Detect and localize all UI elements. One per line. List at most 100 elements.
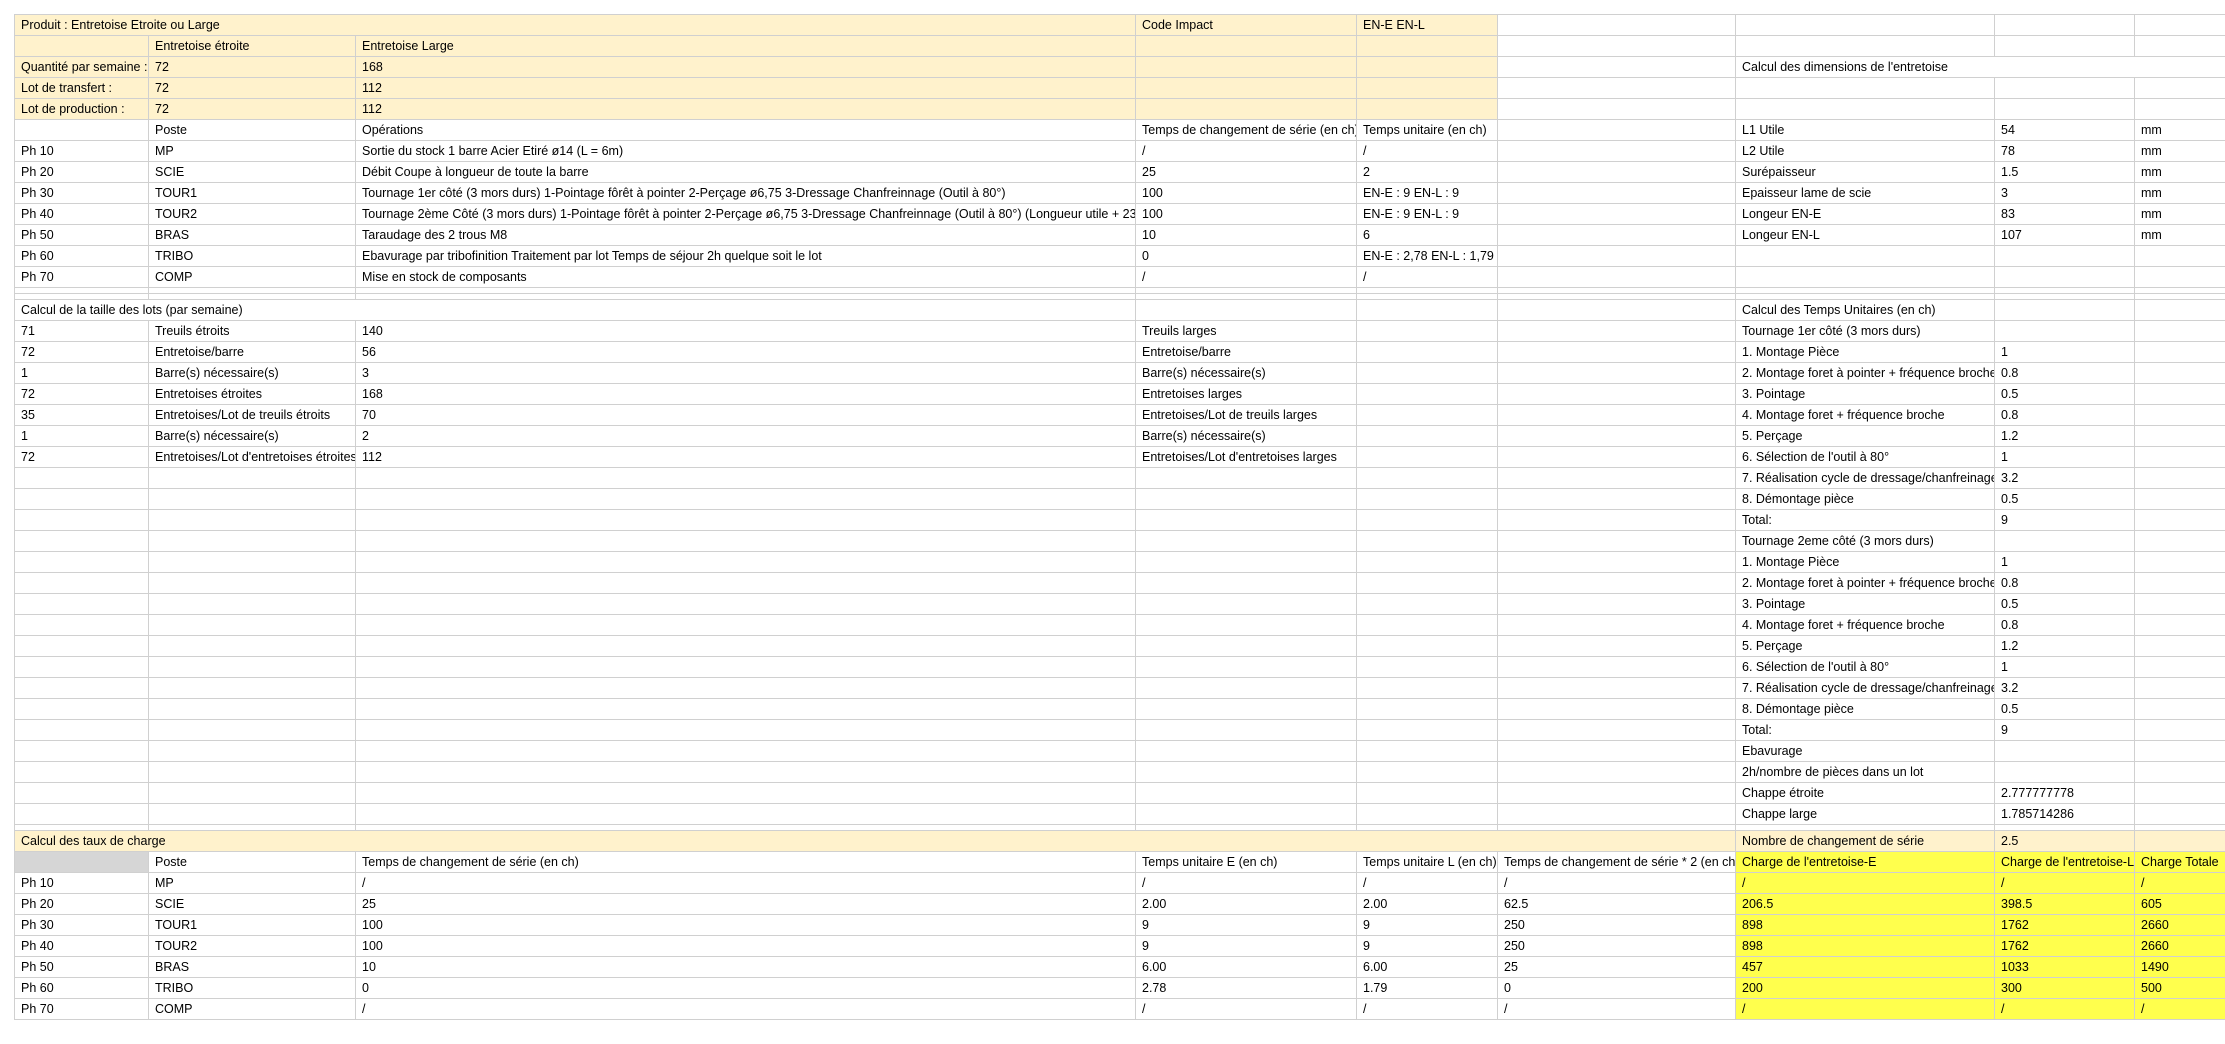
temps-value[interactable]	[1994, 530, 2135, 552]
lots-label-l[interactable]: Entretoises/Lot d'entretoises larges	[1135, 446, 1357, 468]
charge-tul[interactable]: 9	[1356, 914, 1498, 936]
dimension-value[interactable]: 83	[1994, 203, 2135, 225]
temps-value[interactable]	[1994, 740, 2135, 762]
empty-cell[interactable]	[1497, 593, 1736, 615]
empty-cell[interactable]	[1497, 803, 1736, 825]
empty-cell[interactable]	[2134, 320, 2225, 342]
charge-tul[interactable]: 1.79	[1356, 977, 1498, 999]
charge-tcs[interactable]: 100	[355, 914, 1136, 936]
header-row-label[interactable]: Lot de production :	[14, 98, 149, 120]
empty-cell[interactable]	[1135, 656, 1357, 678]
charge-phase[interactable]: Ph 70	[14, 998, 149, 1020]
empty-cell[interactable]	[1497, 140, 1736, 162]
empty-cell[interactable]	[355, 488, 1136, 510]
charge-tcs[interactable]: /	[355, 998, 1136, 1020]
empty-cell[interactable]	[1497, 161, 1736, 183]
empty-cell[interactable]	[2134, 593, 2225, 615]
empty-cell[interactable]	[1135, 572, 1357, 594]
empty-cell[interactable]	[1497, 14, 1736, 36]
empty-cell[interactable]	[1135, 77, 1357, 99]
temps-label[interactable]: Total:	[1735, 509, 1995, 531]
empty-cell[interactable]	[1135, 719, 1357, 741]
dimension-value[interactable]: 78	[1994, 140, 2135, 162]
lots-label-e[interactable]: Barre(s) nécessaire(s)	[148, 362, 356, 384]
charge-total[interactable]: 1490	[2134, 956, 2225, 978]
empty-cell[interactable]	[355, 803, 1136, 825]
dimension-unit[interactable]: mm	[2134, 224, 2225, 246]
charge-l[interactable]: 300	[1994, 977, 2135, 999]
temps-label[interactable]: Chappe large	[1735, 803, 1995, 825]
temps-value[interactable]: 1	[1994, 341, 2135, 363]
charge-tul[interactable]: /	[1356, 872, 1498, 894]
empty-cell[interactable]	[148, 593, 356, 615]
charge-poste-header[interactable]: Poste	[148, 851, 356, 873]
ops-tu[interactable]: 2	[1356, 161, 1498, 183]
empty-cell[interactable]	[355, 740, 1136, 762]
lots-value-e[interactable]: 1	[14, 362, 149, 384]
temps-title[interactable]: Calcul des Temps Unitaires (en ch)	[1735, 299, 1995, 321]
empty-cell[interactable]	[1735, 35, 1995, 57]
empty-cell[interactable]	[1135, 677, 1357, 699]
empty-cell[interactable]	[148, 782, 356, 804]
empty-cell[interactable]	[1135, 614, 1357, 636]
empty-cell[interactable]	[148, 488, 356, 510]
empty-cell[interactable]	[148, 719, 356, 741]
charge-tcs2[interactable]: /	[1497, 998, 1736, 1020]
empty-cell[interactable]	[2134, 299, 2225, 321]
empty-cell[interactable]	[355, 698, 1136, 720]
temps-label[interactable]: 2. Montage foret à pointer + fréquence b…	[1735, 362, 1995, 384]
empty-cell[interactable]	[1497, 425, 1736, 447]
header-row-label[interactable]: Quantité par semaine :	[14, 56, 149, 78]
empty-cell[interactable]	[1497, 203, 1736, 225]
charge-tue[interactable]: /	[1135, 872, 1357, 894]
empty-cell[interactable]	[14, 782, 149, 804]
empty-cell[interactable]	[1135, 698, 1357, 720]
empty-cell[interactable]	[1994, 77, 2135, 99]
ops-operation[interactable]: Taraudage des 2 trous M8	[355, 224, 1136, 246]
temps-value[interactable]: 0.5	[1994, 593, 2135, 615]
empty-cell[interactable]	[2134, 614, 2225, 636]
empty-cell[interactable]	[148, 635, 356, 657]
temps-value[interactable]	[1994, 761, 2135, 783]
empty-cell[interactable]	[1356, 446, 1498, 468]
empty-cell[interactable]	[1994, 14, 2135, 36]
empty-cell[interactable]	[14, 635, 149, 657]
lots-value-l[interactable]: 112	[355, 446, 1136, 468]
empty-cell[interactable]	[1356, 35, 1498, 57]
lots-label-l[interactable]: Treuils larges	[1135, 320, 1357, 342]
empty-cell[interactable]	[2134, 446, 2225, 468]
nb-changement-label[interactable]: Nombre de changement de série	[1735, 830, 1995, 852]
empty-cell[interactable]	[1497, 182, 1736, 204]
empty-cell[interactable]	[1356, 656, 1498, 678]
charge-tcs[interactable]: 100	[355, 935, 1136, 957]
empty-cell[interactable]	[148, 803, 356, 825]
empty-cell[interactable]	[1994, 299, 2135, 321]
empty-cell[interactable]	[1356, 341, 1498, 363]
empty-cell[interactable]	[1135, 803, 1357, 825]
temps-label[interactable]: 7. Réalisation cycle de dressage/chanfre…	[1735, 467, 1995, 489]
empty-cell[interactable]	[1135, 299, 1357, 321]
empty-cell[interactable]	[2134, 530, 2225, 552]
lots-label-e[interactable]: Barre(s) nécessaire(s)	[148, 425, 356, 447]
empty-cell[interactable]	[14, 551, 149, 573]
dimension-unit[interactable]: mm	[2134, 161, 2225, 183]
empty-cell[interactable]	[1356, 572, 1498, 594]
empty-cell[interactable]	[1356, 56, 1498, 78]
empty-cell[interactable]	[1497, 467, 1736, 489]
lots-value-e[interactable]: 1	[14, 425, 149, 447]
lots-value-e[interactable]: 72	[14, 341, 149, 363]
dimension-label[interactable]: Longeur EN-E	[1735, 203, 1995, 225]
charge-tue-header[interactable]: Temps unitaire E (en ch)	[1135, 851, 1357, 873]
empty-cell[interactable]	[355, 677, 1136, 699]
empty-cell[interactable]	[1497, 551, 1736, 573]
temps-label[interactable]: 5. Perçage	[1735, 635, 1995, 657]
charge-tcs2-header[interactable]: Temps de changement de série * 2 (en ch)	[1497, 851, 1736, 873]
empty-cell[interactable]	[1497, 656, 1736, 678]
temps-value[interactable]: 9	[1994, 509, 2135, 531]
empty-cell[interactable]	[14, 719, 149, 741]
empty-cell[interactable]	[355, 551, 1136, 573]
ops-tcs[interactable]: /	[1135, 266, 1357, 288]
empty-cell[interactable]	[1356, 635, 1498, 657]
charge-l[interactable]: 1762	[1994, 914, 2135, 936]
empty-cell[interactable]	[1356, 320, 1498, 342]
